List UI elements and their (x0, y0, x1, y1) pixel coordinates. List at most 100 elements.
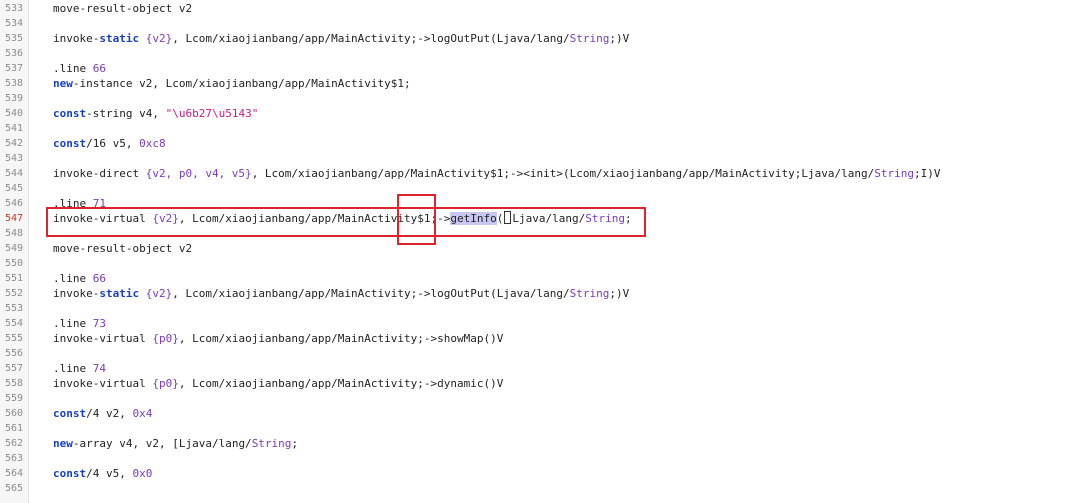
code-text: invoke-static {v2}, Lcom/xiaojianbang/ap… (53, 31, 629, 46)
code-token: const (53, 137, 87, 150)
code-line[interactable]: 533 move-result-object v2 (0, 1, 1080, 16)
code-token: String (569, 287, 610, 300)
code-text: move-result-object v2 (53, 1, 192, 16)
line-number: 548 (4, 228, 23, 239)
code-line[interactable]: 551 .line 66 (0, 271, 1080, 286)
code-line[interactable]: 564 const/4 v5, 0x0 (0, 466, 1080, 481)
code-token: const (53, 407, 87, 420)
code-token: 66 (92, 272, 106, 285)
line-number: 537 (4, 63, 23, 74)
line-number: 541 (4, 123, 23, 134)
code-token: invoke-virtual (53, 332, 153, 345)
code-token: , Lcom/xiaojianbang/app/MainActivity;->s… (178, 332, 504, 345)
code-token: ;)V (609, 287, 630, 300)
code-line[interactable]: 563 (0, 451, 1080, 466)
code-line[interactable]: 560 const/4 v2, 0x4 (0, 406, 1080, 421)
code-token: {v2} (145, 287, 173, 300)
smali-code-editor[interactable]: 533 move-result-object v2 534 535 invoke-sta… (0, 0, 1080, 503)
code-token: static (99, 32, 140, 45)
code-line[interactable]: 552 invoke-static {v2}, Lcom/xiaojianbang… (0, 286, 1080, 301)
code-line[interactable]: 543 (0, 151, 1080, 166)
line-number: 533 (4, 3, 23, 14)
code-token: 73 (92, 317, 106, 330)
line-number: 560 (4, 408, 23, 419)
code-token: -string v4, (86, 107, 166, 120)
line-number: 544 (4, 168, 23, 179)
line-number: 563 (4, 453, 23, 464)
code-token: 0x4 (132, 407, 153, 420)
line-number: 547 (4, 213, 23, 224)
code-line[interactable]: 556 (0, 346, 1080, 361)
code-line[interactable]: 553 (0, 301, 1080, 316)
line-number: 543 (4, 153, 23, 164)
code-line[interactable]: 565 (0, 481, 1080, 496)
code-token: , Lcom/xiaojianbang/app/MainActivity;->l… (172, 32, 570, 45)
line-number: 542 (4, 138, 23, 149)
line-number: 565 (4, 483, 23, 494)
code-line[interactable]: 554 .line 73 (0, 316, 1080, 331)
code-token: invoke-virtual (53, 377, 153, 390)
code-line[interactable]: 540 const-string v4, "\u6b27\u5143" (0, 106, 1080, 121)
code-token: 74 (92, 362, 106, 375)
code-line[interactable]: 550 (0, 256, 1080, 271)
line-number: 545 (4, 183, 23, 194)
code-token: "\u6b27\u5143" (165, 107, 259, 120)
code-text: invoke-direct {v2, p0, v4, v5}, Lcom/xia… (53, 166, 940, 181)
code-line[interactable]: 544 invoke-direct {v2, p0, v4, v5}, Lcom/… (0, 166, 1080, 181)
line-number: 559 (4, 393, 23, 404)
code-text: .line 73 (53, 316, 106, 331)
code-token: static (99, 287, 140, 300)
code-text: const/16 v5, 0xc8 (53, 136, 166, 151)
code-line[interactable]: 542 const/16 v5, 0xc8 (0, 136, 1080, 151)
line-number: 564 (4, 468, 23, 479)
code-token: {v2} (145, 32, 173, 45)
code-line[interactable]: 534 (0, 16, 1080, 31)
code-token: invoke- (53, 32, 100, 45)
code-line[interactable]: 558 invoke-virtual {p0}, Lcom/xiaojianban… (0, 376, 1080, 391)
code-line[interactable]: 539 (0, 91, 1080, 106)
code-token: 0xc8 (139, 137, 166, 150)
code-token: {p0} (152, 377, 179, 390)
code-text: new-array v4, v2, [Ljava/lang/String; (53, 436, 298, 451)
code-line[interactable]: 536 (0, 46, 1080, 61)
line-number: 562 (4, 438, 23, 449)
code-text: move-result-object v2 (53, 241, 192, 256)
code-line[interactable]: 557 .line 74 (0, 361, 1080, 376)
code-line[interactable]: 541 (0, 121, 1080, 136)
code-token: .line (53, 62, 93, 75)
code-text: invoke-virtual {p0}, Lcom/xiaojianbang/a… (53, 331, 503, 346)
code-line[interactable]: 535 invoke-static {v2}, Lcom/xiaojianbang… (0, 31, 1080, 46)
line-number: 552 (4, 288, 23, 299)
code-text: .line 74 (53, 361, 106, 376)
code-line[interactable]: 555 invoke-virtual {p0}, Lcom/xiaojianban… (0, 331, 1080, 346)
code-line[interactable]: 561 (0, 421, 1080, 436)
code-line[interactable]: 559 (0, 391, 1080, 406)
code-line[interactable]: 549 move-result-object v2 (0, 241, 1080, 256)
code-line[interactable]: 545 (0, 181, 1080, 196)
code-line[interactable]: 537 .line 66 (0, 61, 1080, 76)
code-text: const/4 v2, 0x4 (53, 406, 152, 421)
line-number: 554 (4, 318, 23, 329)
code-token: const (53, 467, 87, 480)
code-line[interactable]: 562 new-array v4, v2, [Ljava/lang/String; (0, 436, 1080, 451)
line-number: 555 (4, 333, 23, 344)
code-text: invoke-virtual {p0}, Lcom/xiaojianbang/a… (53, 376, 503, 391)
code-token: ;I)V (913, 167, 941, 180)
line-number: 539 (4, 93, 23, 104)
line-number: 538 (4, 78, 23, 89)
code-token: -array v4, v2, [Ljava/lang/ (72, 437, 252, 450)
line-number: 561 (4, 423, 23, 434)
code-token: , Lcom/xiaojianbang/app/MainActivity;->l… (172, 287, 570, 300)
code-token: {v2, p0, v4, v5} (145, 167, 252, 180)
code-token: .line (53, 317, 93, 330)
code-text: .line 66 (53, 61, 106, 76)
line-number: 549 (4, 243, 23, 254)
line-number: 540 (4, 108, 23, 119)
code-line[interactable]: 538 new-instance v2, Lcom/xiaojianbang/ap… (0, 76, 1080, 91)
line-number: 557 (4, 363, 23, 374)
line-number: 551 (4, 273, 23, 284)
code-token: -instance v2, Lcom/xiaojianbang/app/Main… (72, 77, 411, 90)
line-number: 546 (4, 198, 23, 209)
